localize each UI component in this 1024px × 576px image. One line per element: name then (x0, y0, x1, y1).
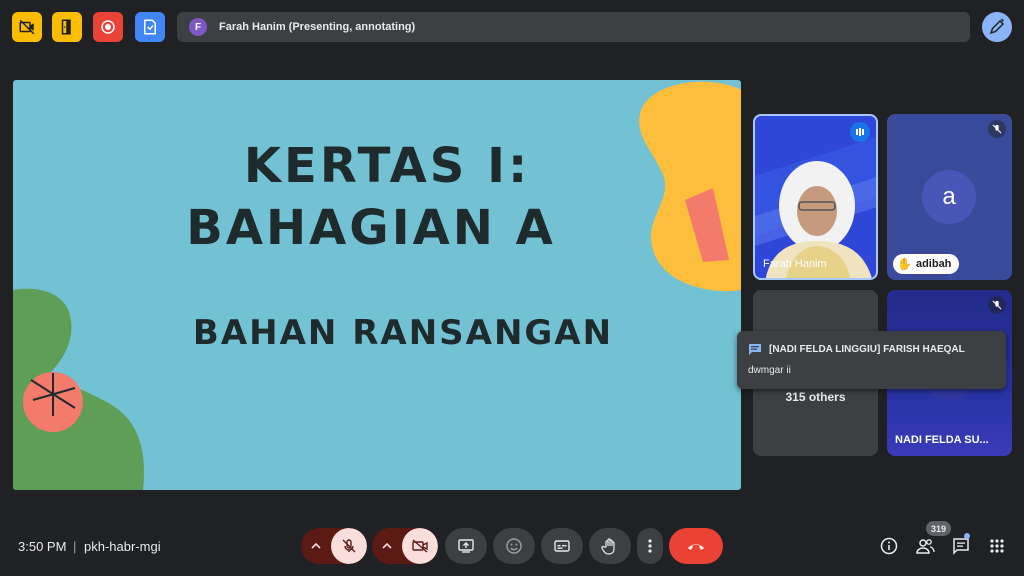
save-file-icon[interactable] (135, 12, 165, 42)
avatar: a (922, 170, 976, 224)
present-screen-button[interactable] (445, 528, 487, 564)
presenter-avatar: F (189, 18, 207, 36)
slide-subtitle: BAHAN RANSANGAN (192, 313, 614, 353)
save-file-glyph (144, 19, 156, 35)
raise-hand-icon (601, 538, 615, 555)
leave-call-button[interactable] (669, 528, 723, 564)
apps-grid-icon (990, 539, 1004, 553)
people-button[interactable] (915, 536, 935, 556)
raised-hand-icon: ✋ (897, 257, 912, 271)
others-count-label: 315 others (785, 390, 846, 404)
camera-off-icon (412, 539, 428, 553)
chat-message-icon (749, 344, 761, 355)
annotate-pen-icon[interactable] (982, 12, 1012, 42)
record-icon[interactable] (93, 12, 123, 42)
camera-control (372, 528, 438, 564)
toast-message: dwmgar ii (748, 365, 791, 376)
captions-button[interactable] (541, 528, 583, 564)
toast-sender: [NADI FELDA LINGGIU] FARISH HAEQAL (769, 344, 965, 355)
presenter-status-text: Farah Hanim (Presenting, annotating) (219, 21, 416, 33)
meeting-code: pkh-habr-mgi (84, 539, 161, 554)
present-screen-icon (458, 539, 474, 553)
chevron-up-icon[interactable] (372, 528, 402, 564)
raise-hand-button[interactable] (589, 528, 631, 564)
mic-off-icon (988, 296, 1006, 314)
video-off-icon[interactable] (12, 12, 42, 42)
activities-button[interactable] (987, 536, 1007, 556)
record-glyph (101, 20, 115, 34)
participant-name: NADI FELDA SU... (895, 434, 989, 446)
mic-off-icon (342, 539, 356, 553)
chat-message-toast[interactable]: [NADI FELDA LINGGIU] FARISH HAEQAL dwmga… (737, 331, 1006, 389)
reactions-button[interactable] (493, 528, 535, 564)
annotate-pen-glyph (989, 18, 1005, 35)
participant-name: Farah Hanim (763, 258, 827, 270)
door-icon[interactable] (52, 12, 82, 42)
video-off-glyph (19, 19, 35, 35)
info-icon (880, 537, 898, 555)
participant-tile-adibah[interactable]: a ✋ adibah (887, 114, 1012, 280)
captions-icon (554, 540, 570, 552)
participant-tile-farah[interactable]: Farah Hanim (753, 114, 878, 280)
raised-hand-badge: ✋ adibah (893, 254, 960, 274)
unread-indicator (964, 533, 970, 539)
slide-title-line1: KERTAS I: (243, 138, 531, 194)
more-vert-icon (648, 539, 652, 553)
presenter-status-bar: F Farah Hanim (Presenting, annotating) (177, 12, 970, 42)
speaking-indicator-icon (850, 122, 870, 142)
emoji-icon (506, 538, 522, 554)
participant-name: adibah (915, 258, 952, 270)
slide-title-line2: BAHAGIAN A (186, 200, 556, 256)
chat-icon (953, 538, 969, 555)
end-call-icon (688, 544, 704, 550)
door-glyph (61, 19, 71, 35)
more-options-button[interactable] (637, 528, 663, 564)
presentation-slide: KERTAS I: BAHAGIAN A BAHAN RANSANGAN (13, 80, 741, 490)
chevron-up-icon[interactable] (301, 528, 331, 564)
separator: | (73, 539, 77, 554)
mic-control (301, 528, 367, 564)
chat-button[interactable] (951, 536, 971, 556)
meeting-details-button[interactable] (879, 536, 899, 556)
clock-time: 3:50 PM (18, 539, 67, 554)
mic-off-icon (988, 120, 1006, 138)
participant-count-badge: 319 (926, 521, 952, 536)
camera-off-button[interactable] (402, 528, 438, 564)
mic-off-button[interactable] (331, 528, 367, 564)
people-icon (916, 539, 935, 554)
